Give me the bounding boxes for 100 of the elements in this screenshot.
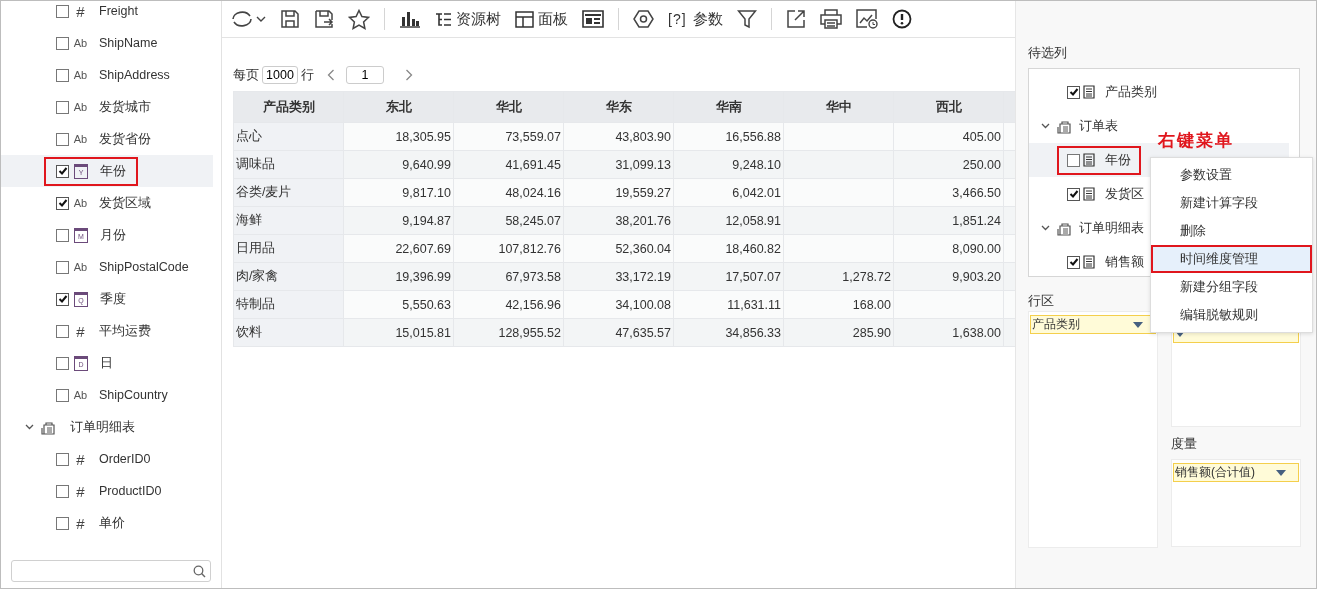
field-dropdown[interactable]: 产品类别 [1030,315,1156,334]
checkbox[interactable] [56,484,69,498]
field-name[interactable]: 日 [100,354,113,372]
page-number-field[interactable]: 1 [346,66,384,84]
column-header[interactable]: 产品类别 [233,91,344,123]
next-page-icon[interactable] [405,69,413,81]
table-cell: 特制品 [233,290,344,319]
bar-chart-icon[interactable] [399,10,421,28]
settings-icon[interactable] [633,9,654,29]
table-cell: 22,607.69 [343,234,454,263]
table-cell: 19,396.99 [343,262,454,291]
star-icon[interactable] [348,8,370,30]
checkbox[interactable] [1067,153,1080,167]
table-name[interactable]: 订单明细表 [1079,219,1144,237]
checkbox[interactable] [56,228,69,242]
caret-icon[interactable] [1276,469,1286,476]
section-label: 待选列 [1028,44,1068,62]
parameter-button[interactable]: [?] 参数 [668,9,723,29]
checkbox[interactable] [1067,255,1080,269]
menu-item[interactable]: 时间维度管理 [1151,245,1312,273]
checkbox[interactable] [56,100,69,114]
column-header[interactable]: 华南 [673,91,784,123]
checkbox[interactable] [56,196,69,210]
checkbox[interactable] [56,164,69,178]
checkbox[interactable] [56,516,69,530]
field-name[interactable]: 月份 [100,226,126,244]
collapse-caret-icon[interactable] [25,424,34,430]
checkbox[interactable] [56,292,69,306]
refresh-icon[interactable] [230,10,254,28]
layout-icon[interactable] [582,10,604,28]
column-header[interactable]: 东北 [343,91,454,123]
document-icon [1083,255,1095,269]
checkbox[interactable] [1067,85,1080,99]
annotation-text: 右键菜单 [1158,130,1234,152]
checkbox[interactable] [56,324,69,338]
text-field-icon: Ab [72,101,89,113]
print-icon[interactable] [819,9,842,29]
database-table-icon [41,419,56,435]
menu-item[interactable]: 新建计算字段 [1151,189,1312,217]
field-name[interactable]: 发货城市 [99,98,151,116]
export-icon[interactable] [785,9,806,29]
checkbox[interactable] [56,452,69,466]
checkbox[interactable] [1067,187,1080,201]
number-field-icon: # [72,322,89,340]
checkbox[interactable] [56,356,69,370]
field-name[interactable]: ShipCountry [99,388,168,402]
field-name[interactable]: 销售额 [1105,253,1144,271]
filter-icon[interactable] [736,9,757,29]
resource-tree-button[interactable]: 资源树 [435,9,501,29]
save-icon[interactable] [280,9,300,29]
collapse-caret-icon[interactable] [1041,225,1050,231]
field-name[interactable]: 年份 [1105,151,1131,169]
info-icon[interactable] [891,9,912,29]
table-cell: 18,460.82 [673,234,784,263]
collapse-caret-icon[interactable] [1041,123,1050,129]
field-name[interactable]: 产品类别 [1105,83,1157,101]
table-cell: 31,099.13 [563,150,674,179]
field-name[interactable]: 发货省份 [99,130,151,148]
table-cell: 1,278.72 [783,262,894,291]
column-header[interactable]: 华中 [783,91,894,123]
field-name[interactable]: ShipAddress [99,68,170,82]
previous-page-icon[interactable] [327,69,335,81]
table-name[interactable]: 订单明细表 [70,418,135,436]
checkbox[interactable] [56,4,69,18]
field-name[interactable]: 发货区域 [99,194,151,212]
field-name[interactable]: 年份 [100,162,126,180]
field-name[interactable]: Freight [99,4,138,18]
checkbox[interactable] [56,132,69,146]
column-header[interactable]: 华东 [563,91,674,123]
search-icon[interactable] [193,564,206,578]
chart-clock-icon[interactable] [855,9,878,29]
save-as-icon[interactable] [314,9,334,29]
caret-icon[interactable] [256,15,266,23]
field-name[interactable]: ProductID0 [99,484,162,498]
column-header[interactable]: 华北 [453,91,564,123]
column-header[interactable]: 西北 [893,91,1004,123]
caret-icon[interactable] [1133,321,1143,328]
field-name[interactable]: ShipPostalCode [99,260,189,274]
search-field[interactable] [11,560,211,582]
panel-button[interactable]: 面板 [515,9,568,29]
checkbox[interactable] [56,260,69,274]
field-name[interactable]: 发货区 [1105,185,1144,203]
table-cell: 43,803.90 [563,122,674,151]
checkbox[interactable] [56,68,69,82]
table-name[interactable]: 订单表 [1079,117,1118,135]
field-name[interactable]: ShipName [99,36,158,50]
table-cell: 9,817.10 [343,178,454,207]
checkbox[interactable] [56,388,69,402]
field-name[interactable]: 单价 [99,514,125,532]
menu-item[interactable]: 删除 [1151,217,1312,245]
field-dropdown[interactable]: 销售额(合计值) [1173,463,1299,482]
table-cell: 15,015.81 [343,318,454,347]
field-name[interactable]: 季度 [100,290,126,308]
page-size-field[interactable]: 1000 [262,66,298,84]
field-name[interactable]: 平均运费 [99,322,151,340]
menu-item[interactable]: 参数设置 [1151,161,1312,189]
field-name[interactable]: OrderID0 [99,452,151,466]
checkbox[interactable] [56,36,69,50]
menu-item[interactable]: 新建分组字段 [1151,273,1312,301]
table-cell: 34,856.33 [673,318,784,347]
